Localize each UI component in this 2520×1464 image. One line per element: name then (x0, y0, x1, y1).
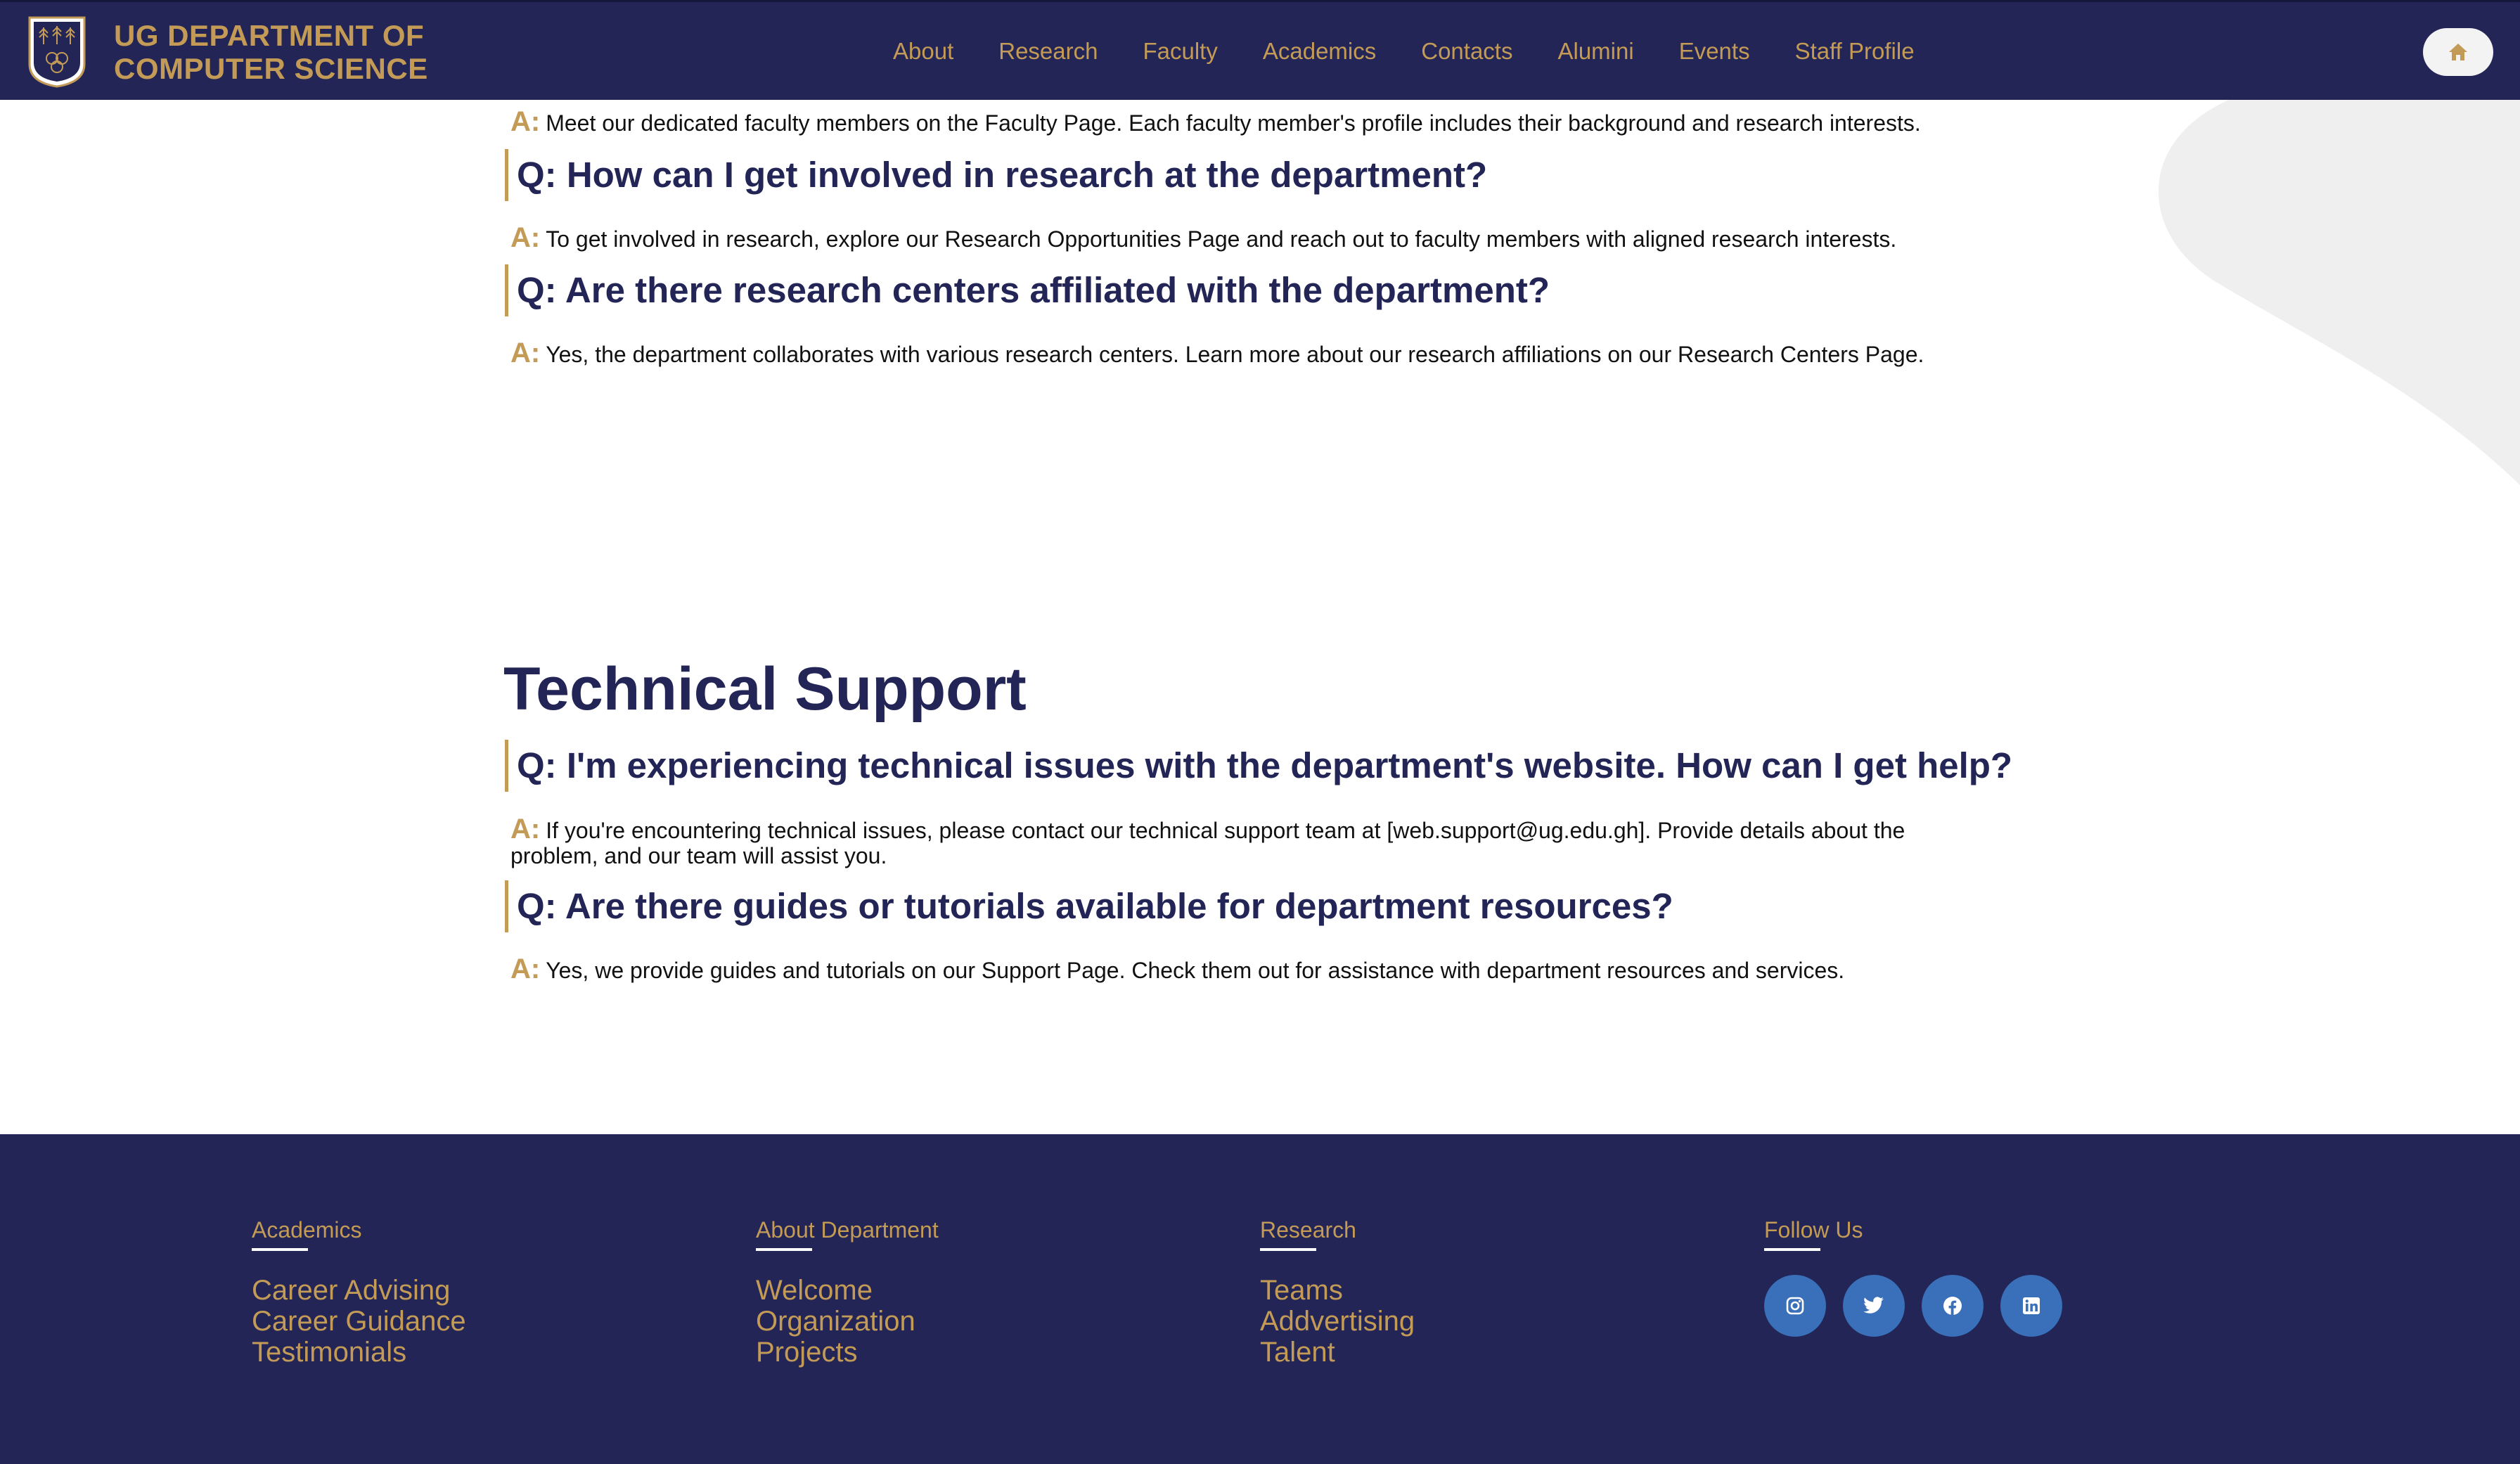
faq-answer: A: If you're encountering technical issue… (510, 814, 1987, 868)
instagram-button[interactable] (1764, 1275, 1826, 1337)
footer-heading-underline (1764, 1248, 1820, 1251)
answer-text: Yes, we provide guides and tutorials on … (546, 958, 1845, 983)
footer-link-addvertising[interactable]: Addvertising (1260, 1306, 1415, 1337)
faq-answer: A: Yes, we provide guides and tutorials o… (510, 953, 1987, 984)
footer-column-research: Research Teams Addvertising Talent (1260, 1216, 1415, 1368)
footer-heading: Follow Us (1764, 1217, 1863, 1243)
section-title-technical-support: Technical Support (503, 655, 1027, 723)
footer-link-teams[interactable]: Teams (1260, 1275, 1415, 1306)
footer-link-career-guidance[interactable]: Career Guidance (252, 1306, 466, 1337)
facebook-button[interactable] (1922, 1275, 1984, 1337)
footer-link-projects[interactable]: Projects (756, 1337, 939, 1368)
footer-column-academics: Academics Career Advising Career Guidanc… (252, 1216, 466, 1368)
answer-text: If you're encountering technical issues,… (510, 818, 1905, 868)
nav-events[interactable]: Events (1679, 36, 1750, 67)
nav-about[interactable]: About (893, 36, 953, 67)
footer-heading-underline (756, 1248, 812, 1251)
footer-link-welcome[interactable]: Welcome (756, 1275, 939, 1306)
footer-column-about: About Department Welcome Organization Pr… (756, 1216, 939, 1368)
facebook-icon (1943, 1297, 1962, 1315)
footer-heading: Academics (252, 1217, 362, 1243)
faq-answer: A: To get involved in research, explore o… (510, 222, 1987, 253)
nav-staff-profile[interactable]: Staff Profile (1795, 36, 1915, 67)
site-footer: Academics Career Advising Career Guidanc… (0, 1134, 2520, 1464)
answer-label: A: (510, 814, 541, 845)
faq-question: Q: How can I get involved in research at… (505, 149, 1487, 201)
site-header: UG DEPARTMENT OF COMPUTER SCIENCE About … (0, 0, 2520, 100)
footer-column-follow-us: Follow Us (1764, 1216, 2079, 1337)
logo-line-2: COMPUTER SCIENCE (114, 52, 428, 85)
nav-contacts[interactable]: Contacts (1421, 36, 1512, 67)
site-logo-text[interactable]: UG DEPARTMENT OF COMPUTER SCIENCE (114, 19, 428, 85)
nav-alumini[interactable]: Alumini (1557, 36, 1633, 67)
footer-heading-underline (1260, 1248, 1316, 1251)
faq-question: Q: Are there research centers affiliated… (505, 264, 1550, 316)
home-button[interactable] (2423, 28, 2493, 76)
answer-label: A: (510, 338, 541, 368)
footer-link-career-advising[interactable]: Career Advising (252, 1275, 466, 1306)
footer-heading: About Department (756, 1217, 939, 1243)
footer-link-organization[interactable]: Organization (756, 1306, 939, 1337)
social-links (1764, 1275, 2079, 1337)
answer-text: Meet our dedicated faculty members on th… (546, 110, 1921, 136)
footer-heading-underline (252, 1248, 308, 1251)
footer-link-testimonials[interactable]: Testimonials (252, 1337, 466, 1368)
nav-academics[interactable]: Academics (1263, 36, 1376, 67)
logo-line-1: UG DEPARTMENT OF (114, 19, 425, 52)
answer-text: Yes, the department collaborates with va… (546, 342, 1924, 367)
nav-faculty[interactable]: Faculty (1143, 36, 1217, 67)
answer-text: To get involved in research, explore our… (546, 226, 1897, 252)
linkedin-button[interactable] (2000, 1275, 2062, 1337)
footer-heading: Research (1260, 1217, 1356, 1243)
linkedin-icon (2023, 1297, 2040, 1314)
answer-label: A: (510, 222, 541, 253)
footer-link-talent[interactable]: Talent (1260, 1337, 1415, 1368)
main-nav: About Research Faculty Academics Contact… (893, 36, 1960, 67)
twitter-button[interactable] (1843, 1275, 1905, 1337)
home-icon (2449, 44, 2467, 60)
university-crest-icon[interactable] (27, 15, 87, 88)
faq-answer: A: Meet our dedicated faculty members on … (510, 106, 1987, 137)
nav-research[interactable]: Research (998, 36, 1098, 67)
instagram-icon (1786, 1297, 1804, 1315)
answer-label: A: (510, 953, 541, 984)
twitter-icon (1863, 1297, 1884, 1314)
faq-question: Q: Are there guides or tutorials availab… (505, 880, 1673, 932)
faq-answer: A: Yes, the department collaborates with … (510, 338, 1987, 368)
faq-question: Q: I'm experiencing technical issues wit… (505, 740, 2012, 792)
answer-label: A: (510, 106, 541, 137)
